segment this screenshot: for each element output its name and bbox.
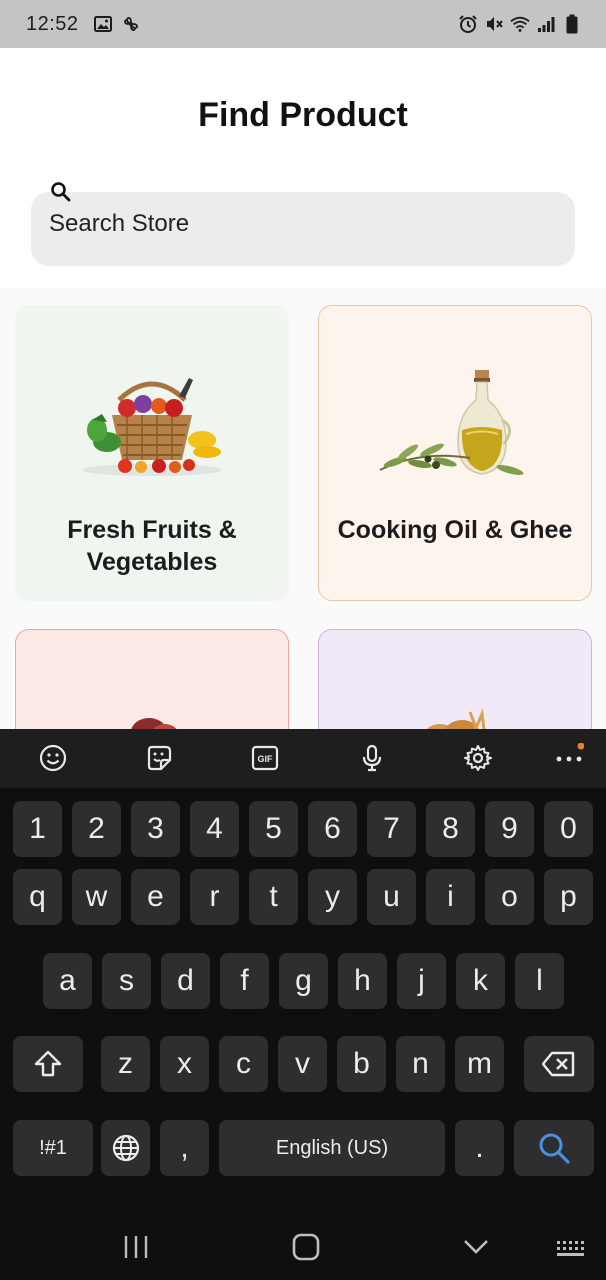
image-icon: [93, 14, 113, 34]
category-label: Cooking Oil & Ghee: [337, 516, 573, 544]
search-key[interactable]: [514, 1120, 594, 1176]
key-1[interactable]: 1: [13, 801, 62, 857]
signal-icon: [536, 14, 556, 34]
alarm-icon: [458, 14, 478, 34]
oil-bottle-image: [370, 368, 540, 480]
category-card-meat[interactable]: [15, 629, 289, 729]
shift-key[interactable]: [13, 1036, 83, 1092]
comma-key[interactable]: ,: [160, 1120, 209, 1176]
symbols-key[interactable]: !#1: [13, 1120, 93, 1176]
status-time: 12:52: [26, 12, 79, 35]
category-grid: Fresh Fruits & Vegetables Cooking Oil & …: [0, 288, 606, 729]
period-key[interactable]: .: [455, 1120, 504, 1176]
key-9[interactable]: 9: [485, 801, 534, 857]
battery-icon: [562, 14, 582, 34]
status-bar: 12:52: [0, 0, 606, 48]
key-a[interactable]: a: [43, 953, 92, 1009]
key-d[interactable]: d: [161, 953, 210, 1009]
category-label: Fresh Fruits & Vegetables: [67, 516, 237, 576]
wifi-icon: [510, 14, 530, 34]
microphone-icon[interactable]: [357, 743, 387, 773]
gif-icon[interactable]: GIF: [250, 743, 280, 773]
shift-icon: [34, 1050, 62, 1077]
keyboard: GIF 1234567890 qwertyuiop asdfghjkl zxcvbnm…: [0, 729, 606, 1280]
keyboard-toolbar: GIF: [0, 729, 606, 788]
key-e[interactable]: e: [131, 869, 180, 925]
key-8[interactable]: 8: [426, 801, 475, 857]
search-action-icon: [539, 1133, 570, 1164]
key-k[interactable]: k: [456, 953, 505, 1009]
key-l[interactable]: l: [515, 953, 564, 1009]
emoji-icon[interactable]: [38, 743, 68, 773]
bakery-image: [370, 694, 540, 729]
sticker-icon[interactable]: [144, 743, 174, 773]
more-icon[interactable]: [554, 743, 584, 773]
recents-icon[interactable]: [122, 1234, 150, 1265]
key-m[interactable]: m: [455, 1036, 504, 1092]
key-w[interactable]: w: [72, 869, 121, 925]
key-f[interactable]: f: [220, 953, 269, 1009]
key-h[interactable]: h: [338, 953, 387, 1009]
status-right-icons: [458, 14, 582, 34]
key-t[interactable]: t: [249, 869, 298, 925]
pinwheel-icon: [121, 14, 141, 34]
fruit-basket-image: [67, 370, 237, 480]
key-v[interactable]: v: [278, 1036, 327, 1092]
search-icon[interactable]: [49, 180, 73, 204]
key-3[interactable]: 3: [131, 801, 180, 857]
key-n[interactable]: n: [396, 1036, 445, 1092]
home-icon[interactable]: [292, 1233, 320, 1266]
key-s[interactable]: s: [102, 953, 151, 1009]
keyboard-switch-icon[interactable]: [556, 1240, 588, 1263]
key-j[interactable]: j: [397, 953, 446, 1009]
back-icon[interactable]: [462, 1238, 490, 1261]
key-5[interactable]: 5: [249, 801, 298, 857]
status-left-icons: [93, 14, 141, 34]
category-card-fruits-vegetables[interactable]: Fresh Fruits & Vegetables: [15, 305, 289, 601]
key-4[interactable]: 4: [190, 801, 239, 857]
key-r[interactable]: r: [190, 869, 239, 925]
key-x[interactable]: x: [160, 1036, 209, 1092]
backspace-icon: [542, 1051, 575, 1077]
app-header: Find Product Search Store: [0, 48, 606, 288]
search-input[interactable]: Search Store: [31, 182, 575, 266]
key-b[interactable]: b: [337, 1036, 386, 1092]
category-card-bakery[interactable]: [318, 629, 592, 729]
space-key[interactable]: English (US): [219, 1120, 445, 1176]
key-2[interactable]: 2: [72, 801, 121, 857]
navigation-bar: [0, 1210, 606, 1280]
globe-icon: [112, 1134, 139, 1162]
page-title: Find Product: [198, 96, 408, 134]
key-7[interactable]: 7: [367, 801, 416, 857]
key-y[interactable]: y: [308, 869, 357, 925]
key-p[interactable]: p: [544, 869, 593, 925]
key-i[interactable]: i: [426, 869, 475, 925]
key-q[interactable]: q: [13, 869, 62, 925]
backspace-key[interactable]: [524, 1036, 594, 1092]
key-z[interactable]: z: [101, 1036, 150, 1092]
gif-label: GIF: [258, 754, 274, 764]
key-6[interactable]: 6: [308, 801, 357, 857]
key-g[interactable]: g: [279, 953, 328, 1009]
meat-image: [67, 694, 237, 729]
language-key[interactable]: [101, 1120, 150, 1176]
settings-icon[interactable]: [463, 743, 493, 773]
search-placeholder: Search Store: [49, 210, 190, 237]
key-c[interactable]: c: [219, 1036, 268, 1092]
key-0[interactable]: 0: [544, 801, 593, 857]
mute-icon: [484, 14, 504, 34]
key-o[interactable]: o: [485, 869, 534, 925]
category-card-cooking-oil-ghee[interactable]: Cooking Oil & Ghee: [318, 305, 592, 601]
key-u[interactable]: u: [367, 869, 416, 925]
